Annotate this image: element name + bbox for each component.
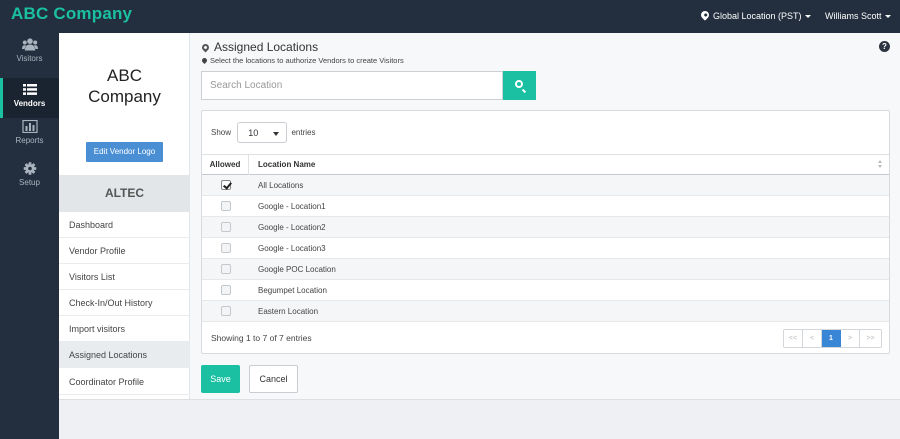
location-name: Begumpet Location <box>258 286 327 295</box>
pager-last-button[interactable]: >> <box>860 330 881 347</box>
caret-down-icon <box>804 15 811 19</box>
table-row: Google - Location2 <box>202 217 889 238</box>
pager-first-button[interactable]: << <box>784 330 803 347</box>
menu-item-coordinator-profile[interactable]: Coordinator Profile <box>59 369 190 395</box>
users-icon <box>21 38 38 51</box>
nav-item-vendors[interactable]: Vendors <box>0 78 59 118</box>
nav-label: Vendors <box>13 99 46 108</box>
edit-vendor-logo-button[interactable]: Edit Vendor Logo <box>86 142 163 162</box>
top-bar: ABC Company Global Location (PST) Willia… <box>0 0 900 33</box>
page-subtitle: Select the locations to authorize Vendor… <box>200 56 404 65</box>
chevron-down-icon <box>273 132 280 136</box>
nav-label: Setup <box>19 178 40 187</box>
allowed-checkbox[interactable] <box>221 180 231 190</box>
allowed-checkbox[interactable] <box>221 306 231 316</box>
vendor-name-line2: Company <box>88 87 161 106</box>
page-length-value: 10 <box>248 128 259 138</box>
allowed-checkbox[interactable] <box>221 285 231 295</box>
allowed-checkbox[interactable] <box>221 264 231 274</box>
page-title: Assigned Locations <box>200 40 319 54</box>
locations-table-card: Show 10 entries Allowed Location Name Al… <box>201 110 890 354</box>
location-selector[interactable]: Global Location (PST) <box>699 9 811 21</box>
table-header: Allowed Location Name <box>202 154 889 175</box>
menu-item-check-in-out-history[interactable]: Check-In/Out History <box>59 290 190 316</box>
map-pin-icon <box>200 42 211 53</box>
page-length-control: Show 10 entries <box>211 122 316 143</box>
search-icon <box>515 80 523 88</box>
table-row: Eastern Location <box>202 301 889 322</box>
brand-logo[interactable]: ABC Company <box>11 4 132 24</box>
location-name: Google - Location2 <box>258 223 326 232</box>
location-name: Google POC Location <box>258 265 336 274</box>
column-header-location-name[interactable]: Location Name <box>258 155 315 175</box>
vendor-code: ALTEC <box>59 175 190 212</box>
pager-prev-button[interactable]: < <box>803 330 822 347</box>
location-name: Eastern Location <box>258 307 319 316</box>
save-button[interactable]: Save <box>201 365 240 393</box>
page-subtitle-text: Select the locations to authorize Vendor… <box>210 56 404 65</box>
main-content: Assigned Locations Select the locations … <box>190 33 900 399</box>
location-name: Google - Location1 <box>258 202 326 211</box>
list-icon <box>22 84 37 95</box>
vendor-name: ABC Company <box>59 65 190 107</box>
table-row: Google POC Location <box>202 259 889 280</box>
allowed-checkbox[interactable] <box>221 222 231 232</box>
nav-label: Visitors <box>16 54 43 63</box>
vendor-panel: ABC Company Edit Vendor Logo ALTEC Dashb… <box>59 33 190 399</box>
allowed-checkbox[interactable] <box>221 201 231 211</box>
sort-icon[interactable] <box>878 160 883 170</box>
table-row: Begumpet Location <box>202 280 889 301</box>
location-name: All Locations <box>258 181 304 190</box>
nav-item-setup[interactable]: Setup <box>0 157 59 197</box>
nav-item-reports[interactable]: Reports <box>0 115 59 155</box>
page-length-select[interactable]: 10 <box>237 122 288 143</box>
user-name: Williams Scott <box>825 11 882 21</box>
nav-item-visitors[interactable]: Visitors <box>0 33 59 73</box>
table-row: Google - Location1 <box>202 196 889 217</box>
footer <box>59 399 900 439</box>
entries-label: entries <box>291 128 316 137</box>
nav-label: Reports <box>15 136 44 145</box>
pager-page-1[interactable]: 1 <box>822 330 841 347</box>
caret-down-icon <box>884 15 891 19</box>
map-pin-icon <box>699 9 711 21</box>
table-row: All Locations <box>202 175 889 196</box>
help-icon[interactable]: ? <box>879 41 890 52</box>
menu-item-dashboard[interactable]: Dashboard <box>59 212 190 238</box>
allowed-checkbox[interactable] <box>221 243 231 253</box>
menu-item-import-visitors[interactable]: Import visitors <box>59 316 190 342</box>
pagination: << < 1 > >> <box>783 329 882 348</box>
show-label: Show <box>211 128 232 137</box>
map-pin-icon <box>200 56 209 65</box>
menu-item-vendor-profile[interactable]: Vendor Profile <box>59 238 190 264</box>
column-header-allowed[interactable]: Allowed <box>202 155 249 175</box>
pager-next-button[interactable]: > <box>841 330 860 347</box>
menu-item-assigned-locations[interactable]: Assigned Locations <box>59 342 190 368</box>
page-title-text: Assigned Locations <box>214 40 319 54</box>
vendor-name-line1: ABC <box>107 66 142 85</box>
search-button[interactable] <box>503 71 536 100</box>
bar-chart-icon <box>21 120 38 133</box>
table-row: Google - Location3 <box>202 238 889 259</box>
side-nav: Visitors Vendors Reports Setup <box>0 33 59 439</box>
gear-icon <box>23 162 36 175</box>
menu-item-visitors-list[interactable]: Visitors List <box>59 264 190 290</box>
cancel-button[interactable]: Cancel <box>249 365 298 393</box>
table-info: Showing 1 to 7 of 7 entries <box>211 333 312 343</box>
location-name: Google - Location3 <box>258 244 326 253</box>
search-location-input[interactable] <box>201 71 503 100</box>
user-menu[interactable]: Williams Scott <box>825 11 891 21</box>
location-label: Global Location (PST) <box>713 11 802 21</box>
